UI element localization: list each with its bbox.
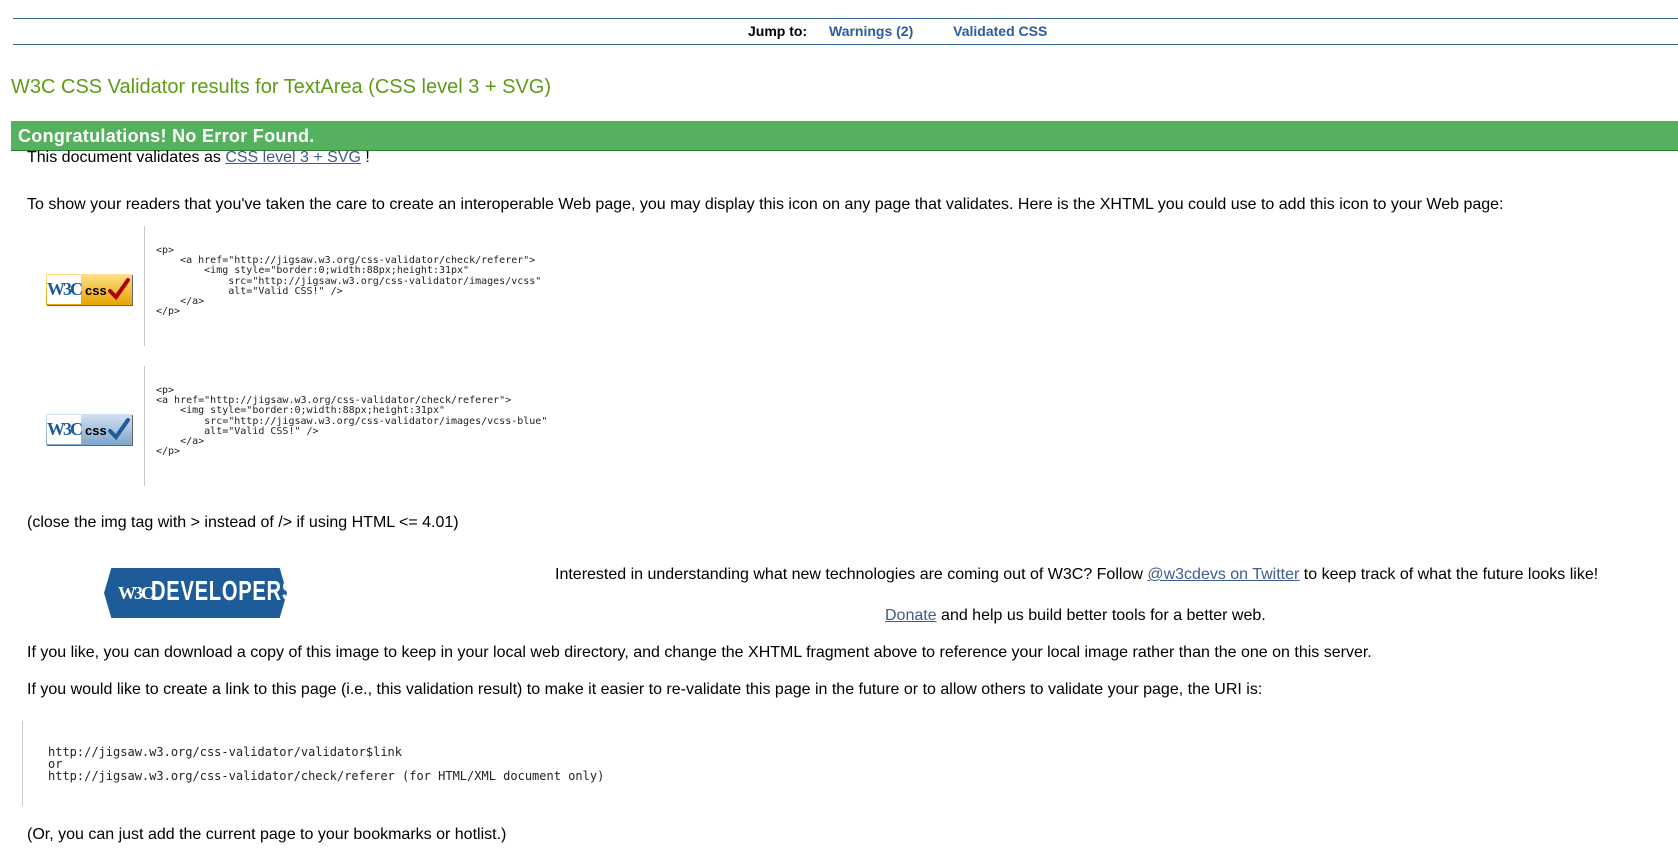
twitter-link[interactable]: @w3cdevs on Twitter xyxy=(1147,566,1299,583)
donate-suffix: and help us build better tools for a bet… xyxy=(936,607,1266,624)
css-badge-label: css xyxy=(85,423,107,438)
close-img-note: (close the img tag with > instead of /> … xyxy=(27,514,459,531)
css-level-link[interactable]: CSS level 3 + SVG xyxy=(225,149,361,166)
valid-css-badge-gold[interactable]: W3C css xyxy=(46,274,132,305)
validates-prefix: This document validates as xyxy=(27,149,226,166)
css-badge-label: css xyxy=(85,283,107,298)
show-readers-paragraph: To show your readers that you've taken t… xyxy=(27,196,1504,213)
w3c-logo-icon: W3C xyxy=(47,275,83,304)
validates-paragraph: This document validates as CSS level 3 +… xyxy=(27,149,370,167)
badge-blue-code: <p> <a href="http://jigsaw.w3.org/css-va… xyxy=(144,366,547,486)
download-note: If you like, you can download a copy of … xyxy=(27,644,1372,661)
congratulations-banner: Congratulations! No Error Found. xyxy=(11,121,1678,151)
donate-paragraph: Donate and help us build better tools fo… xyxy=(885,607,1266,625)
link-note: If you would like to create a link to th… xyxy=(27,681,1263,698)
w3c-logo-icon: W3C xyxy=(47,415,83,444)
w3c-logo-icon: W3C xyxy=(118,583,154,603)
interested-suffix: to keep track of what the future looks l… xyxy=(1299,566,1599,583)
jump-bar: Jump to: Warnings (2) Validated CSS xyxy=(13,18,1678,45)
w3c-developers-logo[interactable]: W3C DEVELOPERS xyxy=(104,568,287,618)
donate-link[interactable]: Donate xyxy=(885,607,937,624)
developers-logo-text: DEVELOPERS xyxy=(151,575,297,606)
badge-gold-code: <p> <a href="http://jigsaw.w3.org/css-va… xyxy=(144,226,541,346)
validates-suffix: ! xyxy=(360,149,370,166)
uri-code-block: http://jigsaw.w3.org/css-validator/valid… xyxy=(22,721,722,806)
valid-css-badge-blue[interactable]: W3C css xyxy=(46,414,132,445)
warnings-link[interactable]: Warnings (2) xyxy=(829,23,913,39)
interested-paragraph: Interested in understanding what new tec… xyxy=(555,566,1598,584)
jump-label: Jump to: xyxy=(748,23,808,39)
red-checkmark-icon xyxy=(108,278,130,301)
results-title: W3C CSS Validator results for TextArea (… xyxy=(11,76,552,98)
validated-css-link[interactable]: Validated CSS xyxy=(953,23,1047,39)
interested-prefix: Interested in understanding what new tec… xyxy=(555,566,1148,583)
blue-checkmark-icon xyxy=(108,418,130,441)
bookmark-note: (Or, you can just add the current page t… xyxy=(27,826,507,843)
jump-bar-inner: Jump to: Warnings (2) Validated CSS xyxy=(748,23,1083,39)
